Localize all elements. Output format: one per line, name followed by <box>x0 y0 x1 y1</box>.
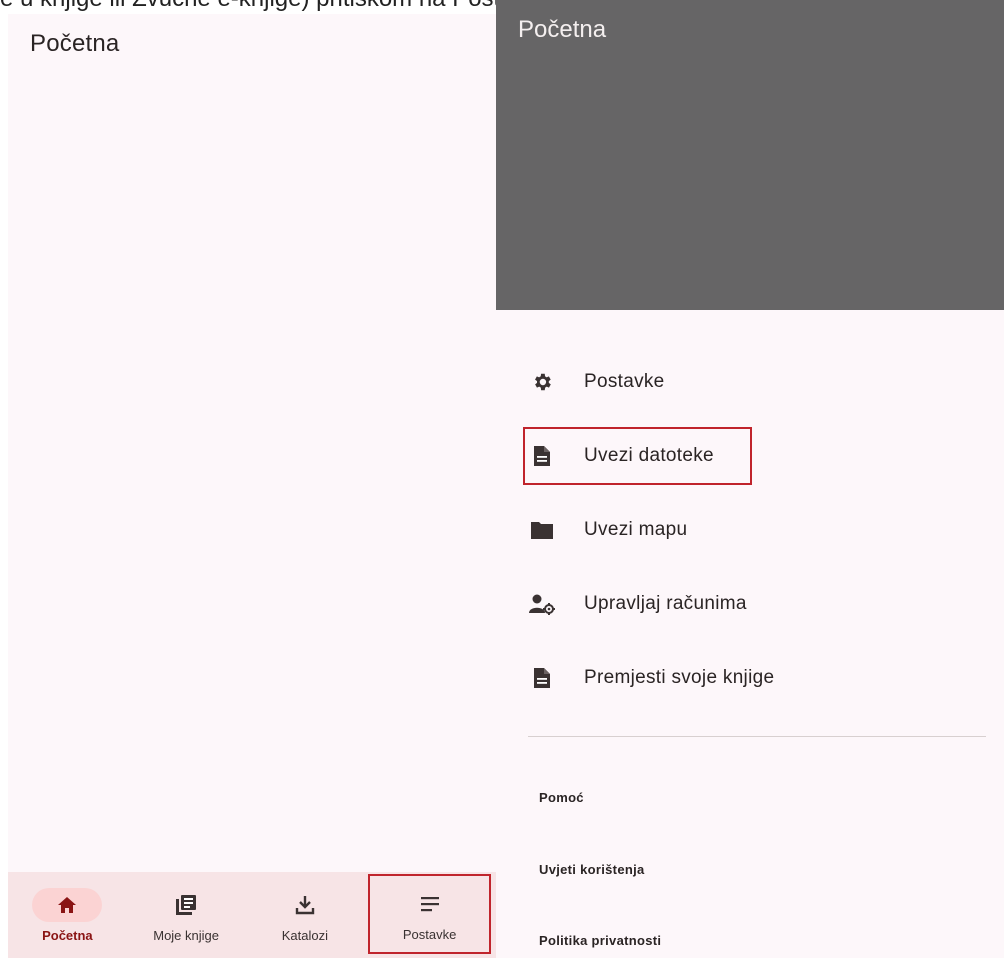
nav-label: Postavke <box>402 926 457 942</box>
home-screen: Početna Početna Moje knjige Katalozi Pos… <box>8 14 497 958</box>
library-icon <box>176 894 197 915</box>
nav-item-moje-knjige[interactable]: Moje knjige <box>127 872 246 958</box>
file-icon <box>534 446 550 466</box>
link-uvjeti-koristenja[interactable]: Uvjeti korištenja <box>539 862 645 877</box>
menu-icon <box>420 896 439 911</box>
drawer-header: Početna <box>496 0 1004 310</box>
nav-label: Početna <box>42 927 93 943</box>
divider <box>528 736 986 737</box>
nav-item-pocetna[interactable]: Početna <box>8 872 127 958</box>
link-politika-privatnosti[interactable]: Politika privatnosti <box>539 933 661 948</box>
menu-item-uvezi-mapu[interactable]: Uvezi mapu <box>528 508 687 552</box>
menu-item-postavke[interactable]: Postavke <box>528 360 665 404</box>
bottom-navigation: Početna Moje knjige Katalozi Postavke <box>8 872 497 958</box>
gear-icon <box>535 373 551 391</box>
home-icon <box>58 896 77 913</box>
folder-icon <box>531 522 553 539</box>
page-title: Početna <box>30 30 120 57</box>
link-pomoc[interactable]: Pomoć <box>539 790 584 805</box>
menu-item-uvezi-datoteke[interactable]: Uvezi datoteke <box>528 434 714 478</box>
menu-item-label: Premjesti svoje knjige <box>584 667 775 688</box>
file-icon <box>534 668 550 688</box>
menu-item-label: Uvezi datoteke <box>584 445 714 466</box>
menu-item-label: Upravljaj računima <box>584 593 747 614</box>
menu-item-premjesti-knjige[interactable]: Premjesti svoje knjige <box>528 656 774 700</box>
nav-item-postavke[interactable]: Postavke <box>368 874 491 954</box>
menu-item-label: Uvezi mapu <box>584 519 688 540</box>
menu-item-label: Postavke <box>584 371 665 392</box>
settings-drawer-screen: Početna Postavke Uvezi datoteke Uvezi ma… <box>496 0 1004 958</box>
nav-label: Katalozi <box>281 927 328 943</box>
nav-item-katalozi[interactable]: Katalozi <box>246 872 365 958</box>
download-icon <box>295 895 315 914</box>
manage-accounts-icon <box>529 594 555 615</box>
drawer-header-title: Početna <box>518 16 607 43</box>
nav-label: Moje knjige <box>153 927 219 943</box>
menu-item-upravljaj-racunima[interactable]: Upravljaj računima <box>528 582 747 626</box>
